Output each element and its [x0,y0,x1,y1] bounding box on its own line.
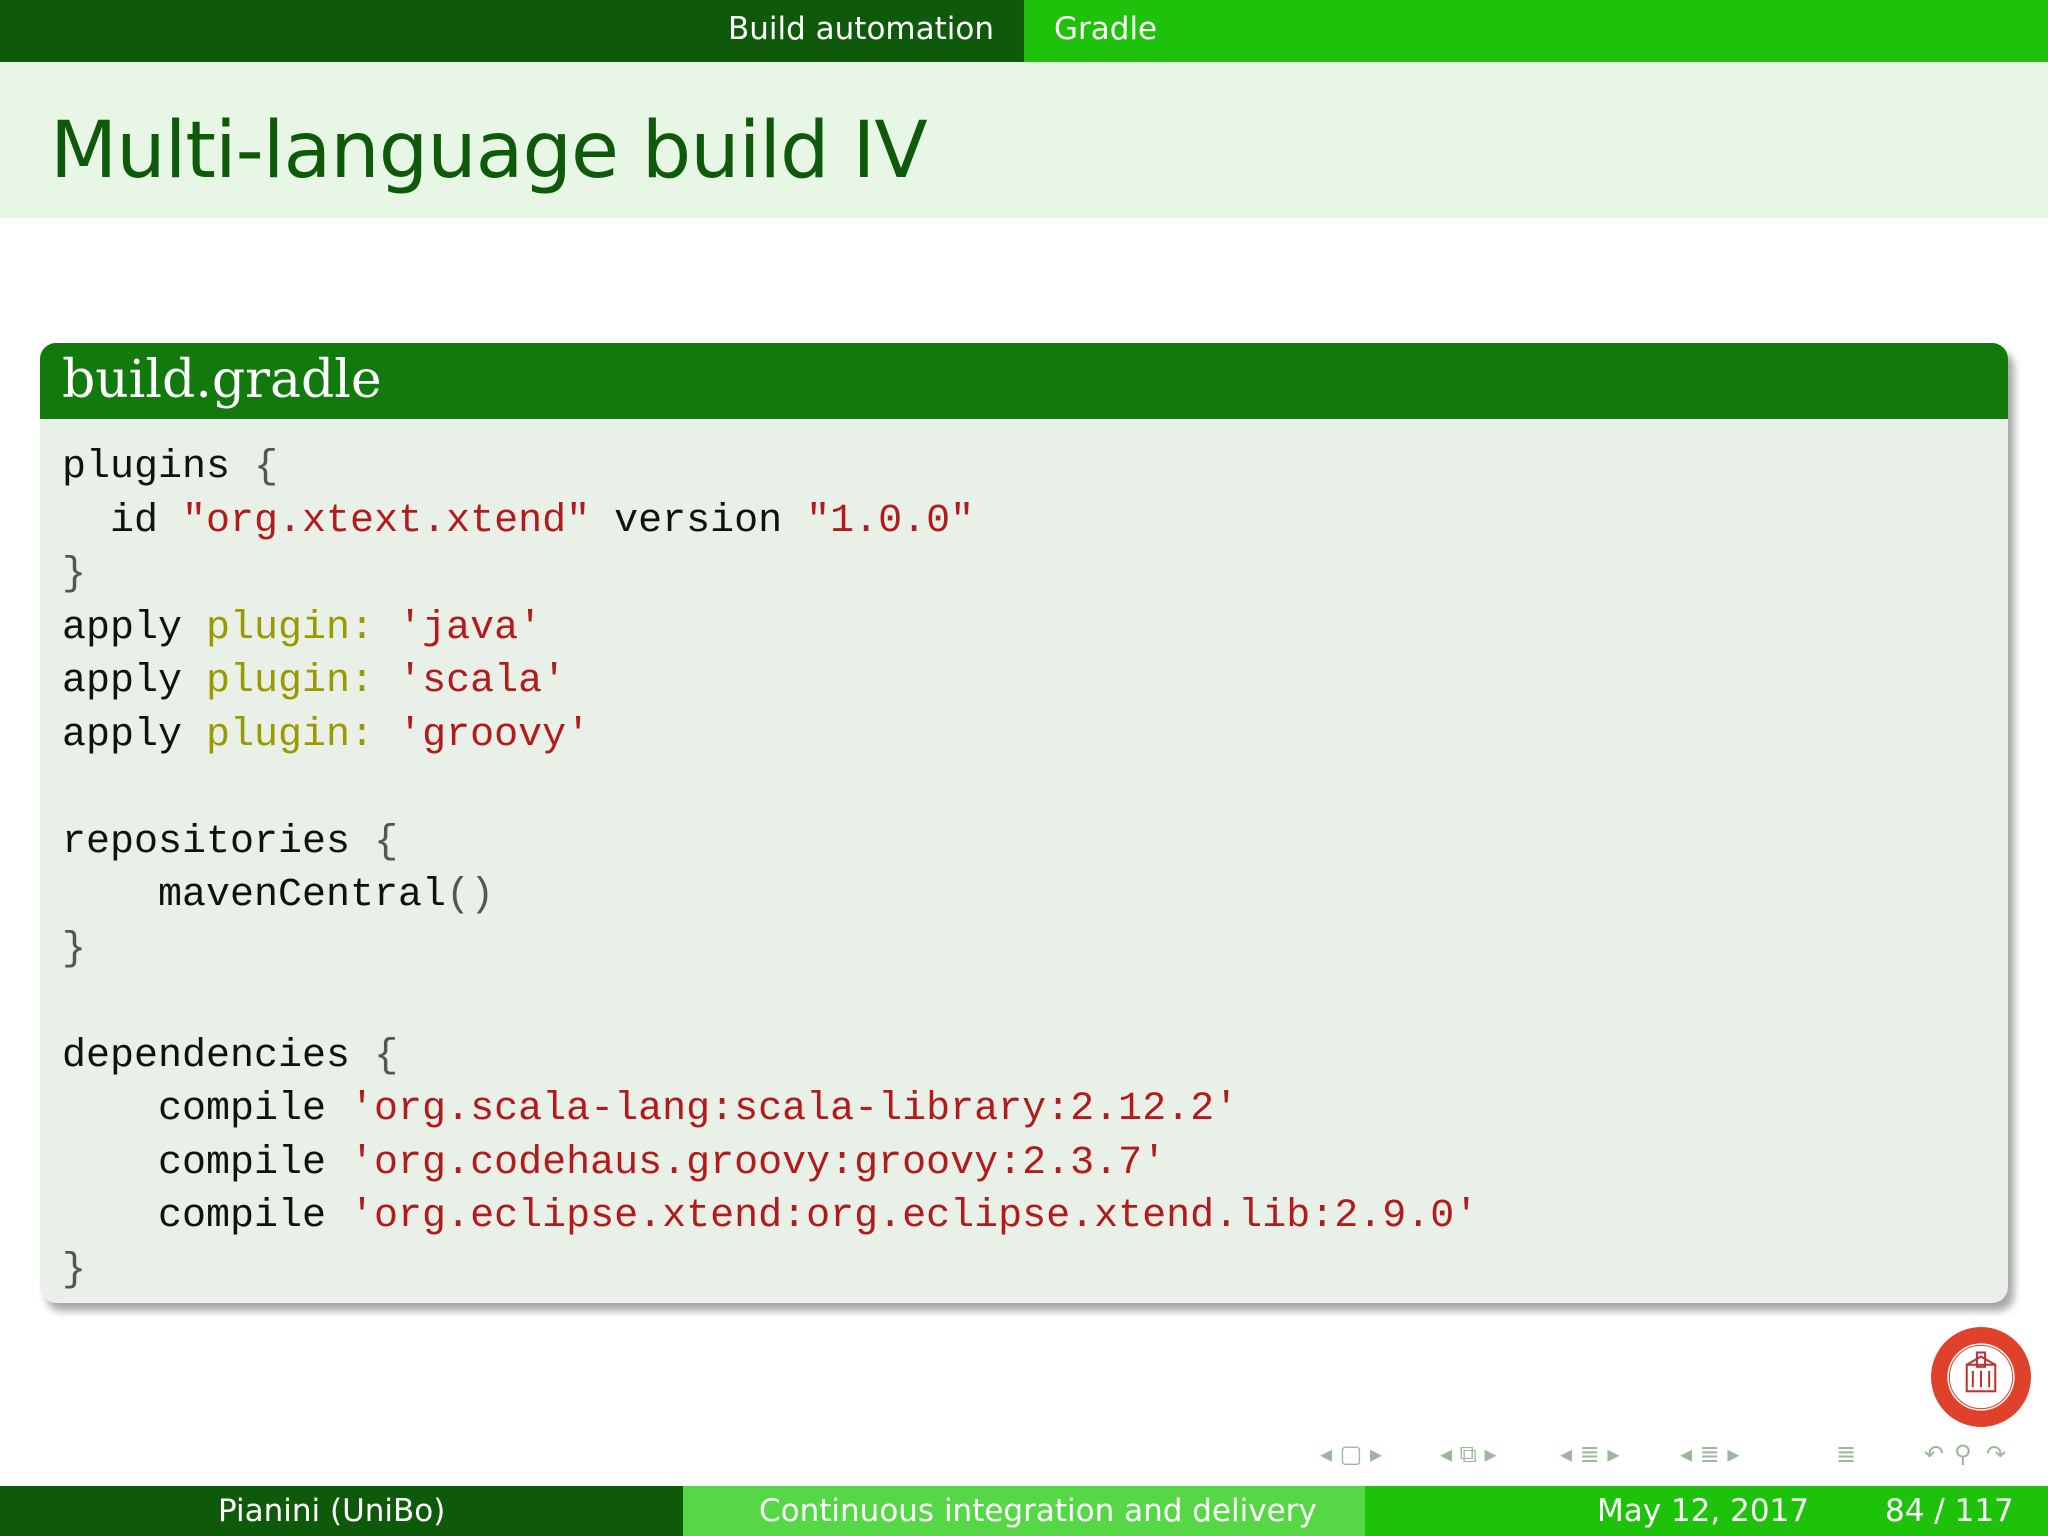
code-token: "1.0.0" [806,498,975,544]
code-line: compile 'org.codehaus.groovy:groovy:2.3.… [62,1137,2008,1191]
footer-title-area: Continuous integration and delivery [683,1486,1365,1536]
code-line: apply plugin: 'groovy' [62,709,2008,763]
code-token: 'java' [398,605,543,651]
code-token: compile [62,1140,351,1186]
code-line: apply plugin: 'java' [62,602,2008,656]
code-token: apply [62,712,207,758]
code-token: id [62,498,183,544]
code-listing: plugins { id "org.xtext.xtend" version "… [40,419,2008,1297]
code-token: repositories [62,819,375,865]
header-section-area: Build automation [0,0,1024,62]
code-token: } [62,1247,87,1293]
nav-frame-icon[interactable]: ◂ ▢ ▸ [1320,1440,1382,1468]
header-bar: Build automation Gradle [0,0,2048,62]
nav-section-icon[interactable]: ◂ ≣ ▸ [1560,1440,1619,1468]
code-token: compile [62,1194,351,1239]
code-token: plugin: [206,712,375,758]
code-line: } [62,1244,2008,1298]
code-token: } [62,552,87,597]
header-section-label[interactable]: Build automation [728,0,994,62]
footer-bar: Pianini (UniBo) Continuous integration a… [0,1486,2048,1536]
code-token: { [374,819,399,865]
footer-page-number: 84 / 117 [1885,1493,2014,1529]
code-line: } [62,923,2008,977]
code-line: compile 'org.scala-lang:scala-library:2.… [62,1083,2008,1137]
beamer-navigation: ◂ ▢ ▸ ◂ ⧉ ▸ ◂ ≣ ▸ ◂ ≣ ▸ ≣ ↶ ⚲ ↷ [1310,1440,2030,1474]
nav-document-icon[interactable]: ◂ ≣ ▸ [1680,1440,1739,1468]
code-line: } [62,548,2008,602]
code-line: id "org.xtext.xtend" version "1.0.0" [62,495,2008,549]
footer-author: Pianini (UniBo) [218,1493,446,1529]
code-token: version [590,498,807,544]
code-line: compile 'org.eclipse.xtend:org.eclipse.x… [62,1190,2008,1244]
header-subsection-label[interactable]: Gradle [1054,0,1157,62]
code-token: dependencies [62,1033,375,1079]
code-token: mavenCentral [62,873,447,918]
redo-icon[interactable]: ↷ [1986,1440,2006,1468]
footer-talk-title: Continuous integration and delivery [759,1493,1317,1529]
code-line: plugins { [62,441,2008,495]
code-token: 'org.codehaus.groovy:groovy:2.3.7' [350,1140,1167,1186]
code-line: repositories { [62,816,2008,870]
code-token: apply [62,659,207,704]
code-line: dependencies { [62,1030,2008,1084]
code-token: { [374,1033,399,1079]
code-token: plugins [62,445,255,490]
code-line: apply plugin: 'scala' [62,655,2008,709]
search-icon[interactable]: ⚲ [1954,1440,1972,1468]
code-block: build.gradle plugins { id "org.xtext.xte… [40,343,2008,1303]
undo-icon[interactable]: ↶ [1924,1440,1944,1468]
code-token: plugin: [206,659,375,704]
nav-subsection-icon[interactable]: ◂ ⧉ ▸ [1440,1440,1497,1468]
code-token: 'org.scala-lang:scala-library:2.12.2' [350,1087,1239,1132]
code-token: 'org.eclipse.xtend:org.eclipse.xtend.lib… [350,1194,1479,1239]
code-token: plugin: [206,605,375,651]
code-token: () [446,873,495,918]
code-line: mavenCentral() [62,869,2008,923]
code-block-title: build.gradle [40,343,2008,419]
footer-date: May 12, 2017 [1597,1493,1809,1529]
code-token: apply [62,605,207,651]
slide-title: Multi-language build IV [50,106,928,196]
footer-author-area: Pianini (UniBo) [0,1486,683,1536]
code-token: { [254,445,279,490]
footer-date-area: May 12, 2017 84 / 117 [1365,1486,2048,1536]
code-token: compile [62,1087,351,1132]
code-token: 'groovy' [398,712,591,758]
code-token: "org.xtext.xtend" [182,498,591,544]
code-token: 'scala' [398,659,567,704]
nav-appendix-icon[interactable]: ≣ [1836,1440,1856,1468]
header-subsection-area: Gradle [1024,0,2048,62]
code-token: } [62,926,87,972]
title-band: Multi-language build IV [0,62,2048,218]
university-seal-logo [1931,1327,2031,1427]
